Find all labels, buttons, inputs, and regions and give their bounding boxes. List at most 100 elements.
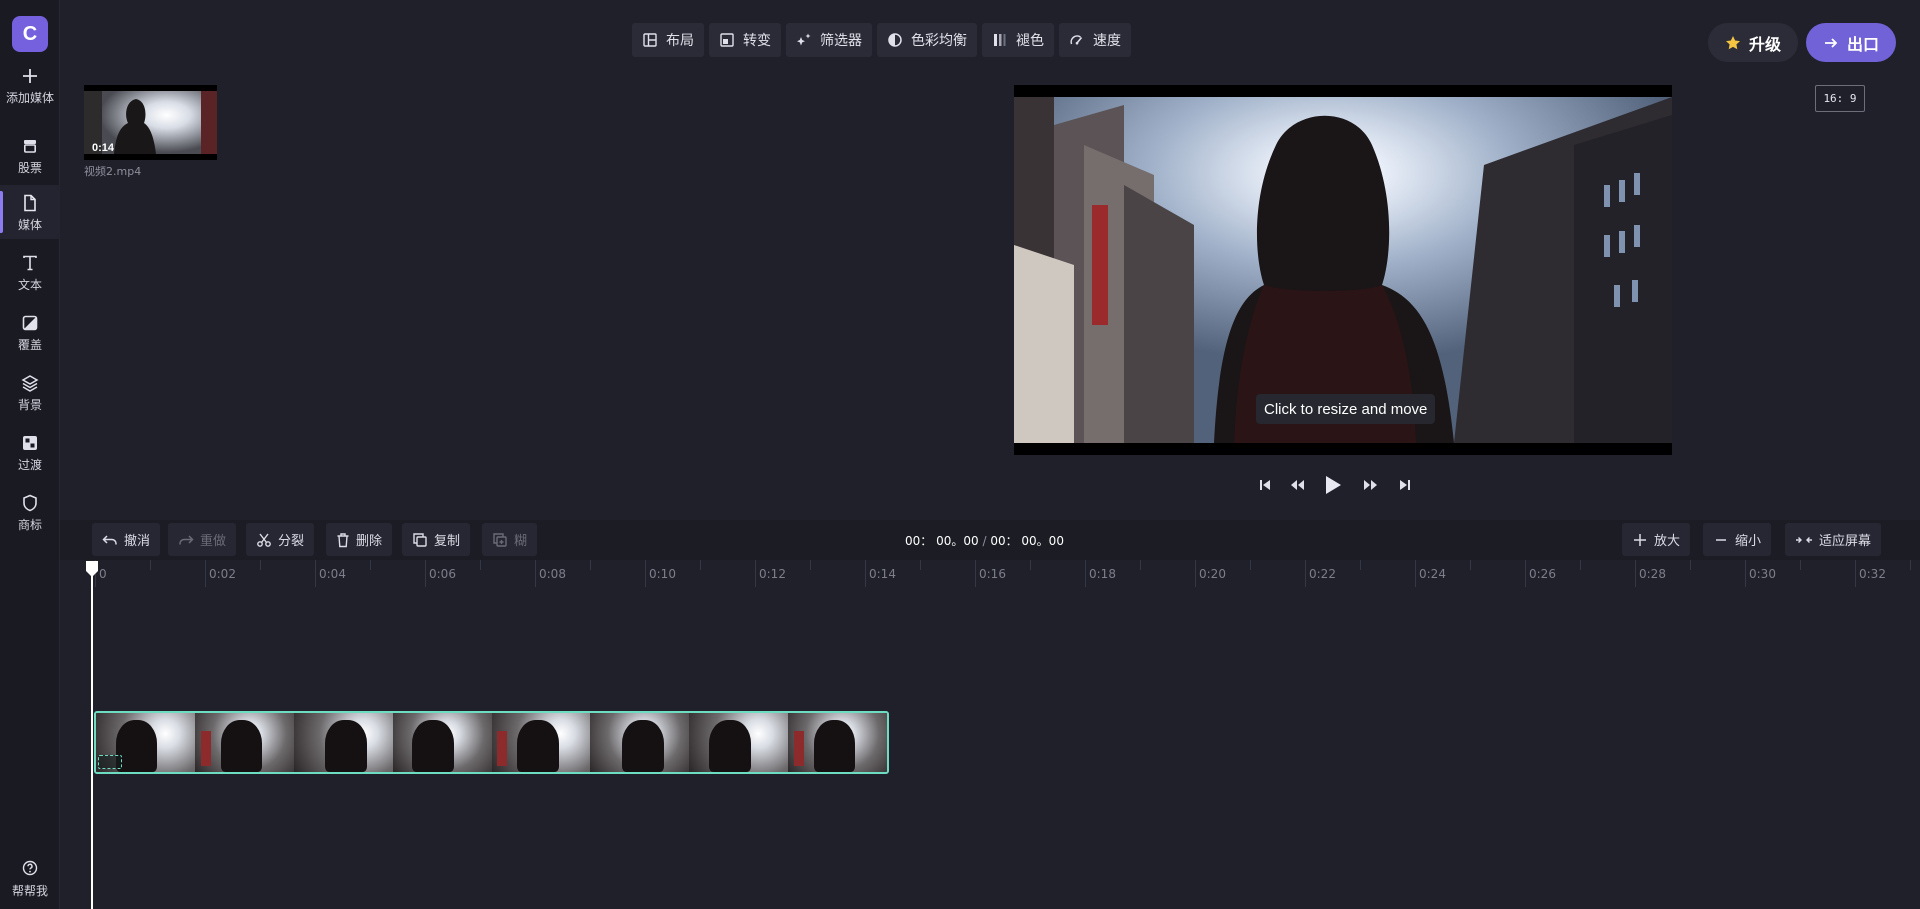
skip-start-icon bbox=[1260, 480, 1270, 490]
clip-frame bbox=[788, 713, 887, 772]
time-total: 00： 00。00 bbox=[990, 534, 1064, 548]
paste-label: 糊 bbox=[514, 534, 528, 549]
zoom-out-label: 缩小 bbox=[1735, 534, 1762, 549]
app-logo[interactable]: C bbox=[12, 16, 48, 52]
shield-icon bbox=[19, 492, 41, 514]
sparkle-icon bbox=[797, 33, 811, 46]
sidebar-item-background[interactable]: 背景 bbox=[0, 365, 60, 419]
sidebar-item-label: 媒体 bbox=[17, 217, 42, 232]
plus-icon bbox=[1634, 533, 1646, 546]
media-duration: 0:14 bbox=[92, 142, 115, 154]
star-icon bbox=[1725, 35, 1740, 49]
fit-screen-button[interactable]: 适应屏幕 bbox=[1785, 523, 1882, 556]
layout-label: 布局 bbox=[666, 33, 694, 49]
ruler-tick bbox=[1635, 560, 1636, 587]
skip-end-icon bbox=[1400, 480, 1410, 490]
layout-icon bbox=[643, 33, 657, 47]
clip-frame bbox=[293, 713, 393, 772]
ruler-tick bbox=[1085, 560, 1086, 587]
upgrade-button[interactable]: 升级 bbox=[1708, 23, 1798, 62]
upgrade-label: 升级 bbox=[1748, 34, 1781, 54]
ruler-label: 0:02 bbox=[209, 567, 236, 581]
zoom-out-button[interactable]: 缩小 bbox=[1703, 523, 1772, 556]
ruler-tick bbox=[755, 560, 756, 587]
paste-icon bbox=[493, 532, 507, 547]
copy-button[interactable]: 复制 bbox=[402, 523, 471, 556]
play-icon bbox=[1326, 476, 1341, 494]
undo-button[interactable]: 撤消 bbox=[92, 523, 161, 556]
layout-button[interactable]: 布局 bbox=[632, 23, 704, 57]
ruler-label: 0:30 bbox=[1749, 567, 1776, 581]
clip-frame-silhouette bbox=[813, 720, 856, 772]
sidebar-item-transitions[interactable]: 过渡 bbox=[0, 425, 60, 479]
color-balance-button[interactable]: 色彩均衡 bbox=[877, 23, 977, 57]
skip-end-button[interactable] bbox=[1390, 470, 1420, 500]
filters-button[interactable]: 筛选器 bbox=[786, 23, 872, 57]
trash-icon bbox=[337, 532, 349, 547]
ruler-label: 0:12 bbox=[759, 567, 786, 581]
help-label: 帮帮我 bbox=[11, 884, 48, 898]
fast-forward-button[interactable] bbox=[1356, 470, 1386, 500]
help-icon bbox=[22, 860, 38, 880]
time-current: 00： 00。00 bbox=[905, 534, 979, 548]
undo-icon bbox=[102, 534, 117, 544]
clip-frame-highlight bbox=[497, 730, 508, 767]
sidebar-item-label: 覆盖 bbox=[17, 337, 42, 352]
ruler-minor-tick bbox=[1580, 560, 1581, 570]
sidebar-item-overlay[interactable]: 覆盖 bbox=[0, 305, 60, 359]
stock-icon bbox=[19, 135, 41, 157]
delete-button[interactable]: 删除 bbox=[326, 523, 393, 556]
clip-frame-silhouette bbox=[622, 720, 664, 772]
paste-button[interactable]: 糊 bbox=[482, 523, 538, 556]
ruler-label: 0:26 bbox=[1529, 567, 1556, 581]
ruler-minor-tick bbox=[700, 560, 701, 570]
color-balance-icon bbox=[888, 33, 902, 47]
timeline-ruler[interactable]: 0 0:02 0:04 0:06 0:08 0:10 0:12 0:14 0:16 0:18 0:2… bbox=[60, 560, 1920, 587]
clip-frame-highlight bbox=[200, 730, 211, 767]
sidebar-item-add-media[interactable]: 添加媒体 bbox=[0, 58, 60, 112]
ruler-minor-tick bbox=[150, 560, 151, 570]
transform-button[interactable]: 转变 bbox=[709, 23, 781, 57]
ruler-minor-tick bbox=[1360, 560, 1361, 570]
ruler-minor-tick bbox=[1800, 560, 1801, 570]
ruler-minor-tick bbox=[590, 560, 591, 570]
clip-audio-icon bbox=[98, 755, 122, 769]
clip-frame-silhouette bbox=[325, 720, 367, 772]
ruler-label: 0:04 bbox=[319, 567, 346, 581]
redo-button[interactable]: 重做 bbox=[168, 523, 237, 556]
sidebar-item-media[interactable]: 媒体 bbox=[0, 185, 60, 239]
aspect-ratio-button[interactable]: 16: 9 bbox=[1815, 85, 1865, 112]
ruler-label: 0 bbox=[99, 567, 107, 581]
text-icon bbox=[19, 252, 41, 274]
split-button[interactable]: 分裂 bbox=[246, 523, 315, 556]
ruler-minor-tick bbox=[1690, 560, 1691, 570]
speed-icon bbox=[1070, 35, 1083, 45]
rewind-button[interactable] bbox=[1282, 470, 1312, 500]
ruler-minor-tick bbox=[480, 560, 481, 570]
media-thumbnail[interactable]: 0:14 bbox=[84, 85, 217, 160]
clip-frame bbox=[392, 713, 492, 772]
play-button[interactable] bbox=[1318, 470, 1348, 500]
help-button[interactable]: 帮帮我 bbox=[0, 860, 60, 899]
speed-button[interactable]: 速度 bbox=[1059, 23, 1131, 57]
ruler-minor-tick bbox=[1140, 560, 1141, 570]
clip-frame-silhouette bbox=[412, 720, 454, 772]
zoom-in-button[interactable]: 放大 bbox=[1622, 523, 1691, 556]
sidebar: C 添加媒体 股票 媒体 文本 覆盖 背景 过渡 商标 bbox=[0, 0, 60, 909]
clip-frame-highlight bbox=[794, 730, 804, 767]
sidebar-item-text[interactable]: 文本 bbox=[0, 245, 60, 299]
sidebar-item-stock[interactable]: 股票 bbox=[0, 128, 60, 182]
file-icon bbox=[19, 192, 41, 214]
video-clip[interactable] bbox=[94, 711, 889, 774]
clip-frame-silhouette bbox=[709, 720, 751, 772]
ruler-tick bbox=[315, 560, 316, 587]
sidebar-item-brand[interactable]: 商标 bbox=[0, 485, 60, 539]
speed-label: 速度 bbox=[1093, 33, 1121, 49]
fade-button[interactable]: 褪色 bbox=[982, 23, 1054, 57]
fit-screen-label: 适应屏幕 bbox=[1819, 534, 1872, 549]
playhead-handle[interactable] bbox=[85, 560, 99, 578]
export-button[interactable]: 出口 bbox=[1806, 23, 1896, 62]
ruler-minor-tick bbox=[1250, 560, 1251, 570]
skip-start-button[interactable] bbox=[1250, 470, 1280, 500]
fade-icon bbox=[994, 34, 1006, 46]
